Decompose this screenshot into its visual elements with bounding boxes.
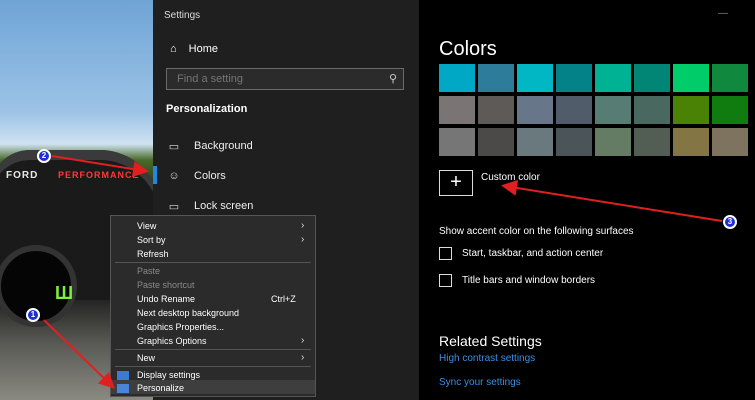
step-badge-1: 1 xyxy=(26,308,40,322)
annotation-arrows xyxy=(43,155,723,389)
arrow-to-colors xyxy=(51,155,149,177)
step-badge-2: 2 xyxy=(37,149,51,163)
step-badge-3: 3 xyxy=(723,215,737,229)
arrow-to-custom-color xyxy=(501,180,723,222)
arrow-to-personalize xyxy=(43,319,115,389)
